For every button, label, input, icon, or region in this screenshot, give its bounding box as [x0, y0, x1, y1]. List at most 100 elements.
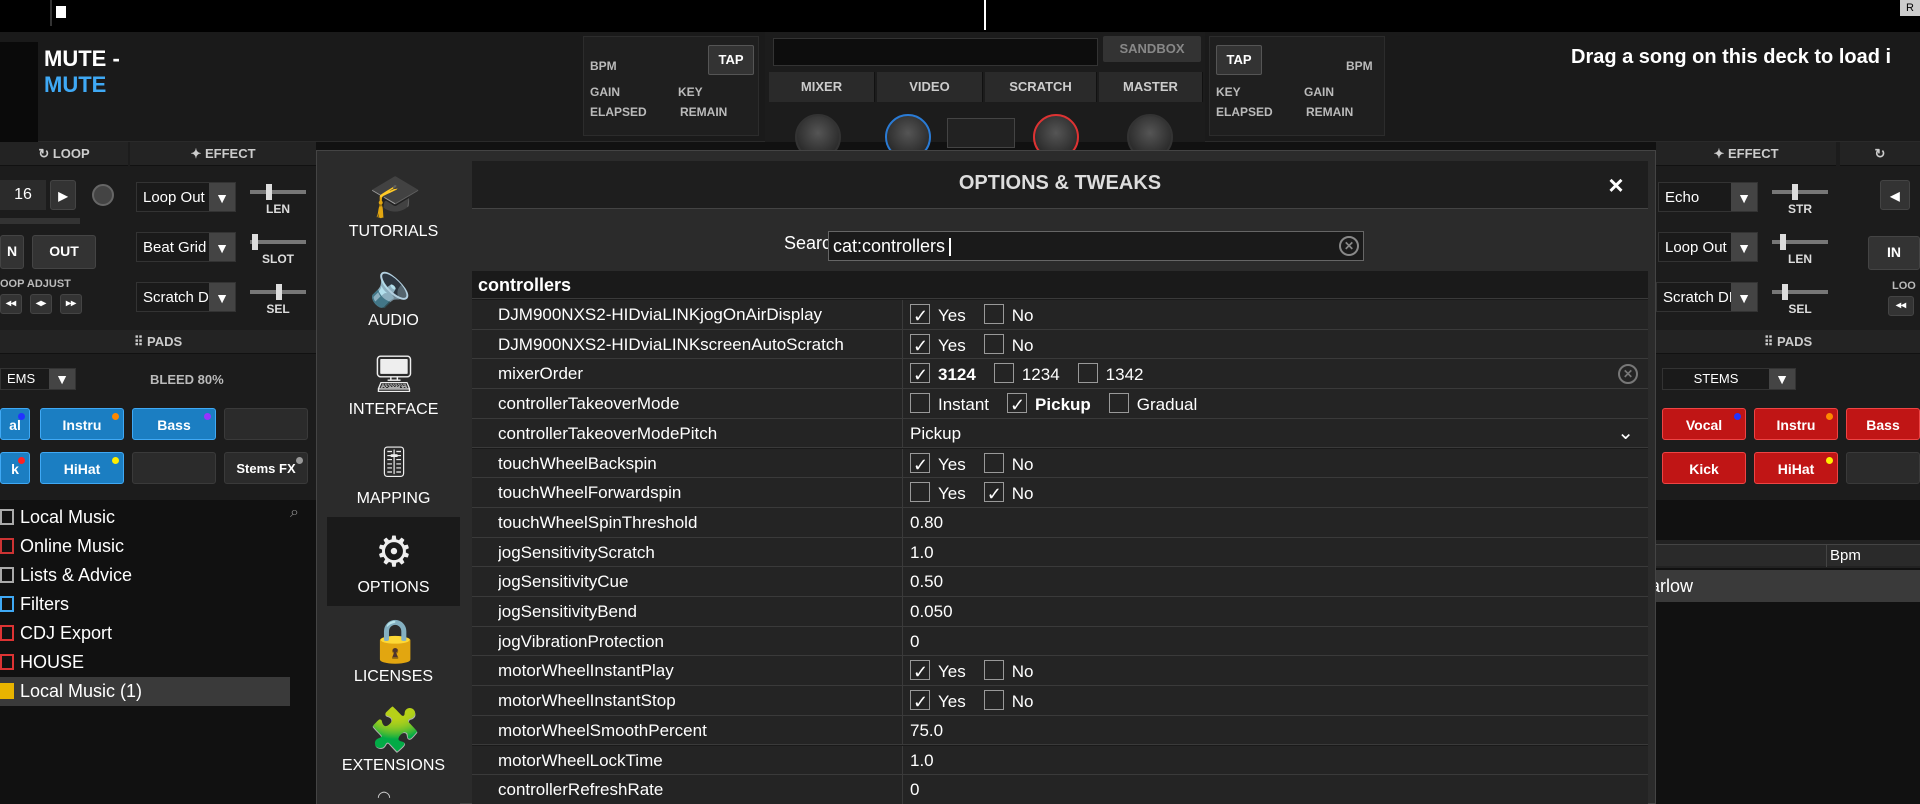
option-checkbox[interactable]: [910, 361, 930, 390]
broadcast-icon[interactable]: ◠: [377, 787, 417, 804]
effect-slider-sel[interactable]: [250, 284, 306, 300]
loop-adjust-back-icon[interactable]: ◂◂: [0, 294, 22, 314]
clear-search-icon[interactable]: ✕: [1339, 236, 1359, 256]
nav-extensions[interactable]: 🧩 EXTENSIONS: [327, 695, 460, 784]
pad-stems-fx[interactable]: Stems FX: [224, 452, 308, 484]
right-loop-in-button[interactable]: IN: [1868, 236, 1920, 270]
nav-tutorials[interactable]: 🎓 TUTORIALS: [327, 161, 460, 250]
folder-cdj-export[interactable]: CDJ Export: [0, 619, 290, 648]
loop-knob[interactable]: [92, 184, 114, 206]
folder-online-music[interactable]: Online Music: [0, 532, 290, 561]
effect-slider-slot[interactable]: [250, 234, 306, 250]
folder-lists-advice[interactable]: Lists & Advice: [0, 561, 290, 590]
option-value[interactable]: Yes No: [904, 330, 1644, 361]
pad-vocal[interactable]: al: [0, 408, 30, 440]
option-checkbox[interactable]: [910, 658, 930, 687]
option-checkbox[interactable]: [910, 688, 930, 717]
folder-local-music[interactable]: Local Music: [0, 503, 290, 532]
option-checkbox[interactable]: [1108, 393, 1129, 414]
close-icon[interactable]: ×: [1602, 171, 1630, 199]
pad-instru[interactable]: Instru: [40, 408, 124, 440]
right-loop-adjust-back-icon[interactable]: ◂◂: [1888, 296, 1914, 316]
right-effect-select-2[interactable]: Loop Out ▼: [1658, 232, 1758, 262]
option-checkbox[interactable]: [910, 482, 930, 503]
option-checkbox[interactable]: [910, 451, 930, 480]
right-effect-select-1[interactable]: Echo ▼: [1658, 182, 1758, 212]
option-value[interactable]: Yes No: [904, 449, 1644, 480]
option-value[interactable]: Yes No: [904, 686, 1644, 717]
loop-size-next-button[interactable]: ▶: [50, 180, 76, 210]
option-value[interactable]: Instant Pickup Gradual: [904, 389, 1644, 420]
column-bpm[interactable]: Bpm: [1830, 547, 1861, 564]
option-checkbox[interactable]: [1007, 391, 1028, 420]
option-value[interactable]: 0.050: [904, 597, 1644, 626]
option-value[interactable]: 0: [904, 775, 1644, 804]
folder-filters[interactable]: Filters: [0, 590, 290, 619]
option-checkbox[interactable]: [983, 452, 1004, 473]
right-effect-slider-str[interactable]: [1772, 184, 1828, 200]
tab-video[interactable]: VIDEO: [877, 72, 983, 102]
right-pad-bass[interactable]: Bass: [1846, 408, 1920, 440]
pad-empty-2[interactable]: [132, 452, 216, 484]
stems-select[interactable]: EMS ▼: [0, 368, 76, 390]
pad-empty-1[interactable]: [224, 408, 308, 440]
option-checkbox[interactable]: [993, 363, 1014, 384]
option-value[interactable]: Yes No: [904, 478, 1644, 509]
nav-audio[interactable]: 🔈 AUDIO: [327, 250, 460, 339]
option-value[interactable]: Yes No: [904, 300, 1644, 331]
option-value[interactable]: 3124 1234 1342 ✕: [904, 359, 1644, 390]
right-strip-button[interactable]: R: [1900, 0, 1920, 16]
option-checkbox[interactable]: [983, 333, 1004, 354]
right-pad-empty[interactable]: [1846, 452, 1920, 484]
tap-button[interactable]: TAP: [708, 45, 754, 75]
option-value[interactable]: 0: [904, 627, 1644, 656]
loop-adjust-swap-icon[interactable]: ◂▸: [30, 294, 52, 314]
option-value[interactable]: Pickup ⌄: [904, 419, 1644, 448]
option-value[interactable]: 0.50: [904, 567, 1644, 596]
option-value[interactable]: 0.80: [904, 508, 1644, 537]
folder-local-music-1[interactable]: Local Music (1): [0, 677, 290, 706]
right-pad-hihat[interactable]: HiHat: [1754, 452, 1838, 484]
option-value[interactable]: 75.0: [904, 716, 1644, 745]
option-checkbox[interactable]: [910, 302, 930, 331]
option-value[interactable]: Yes No: [904, 656, 1644, 687]
tab-mixer[interactable]: MIXER: [769, 72, 875, 102]
effect-select-3[interactable]: Scratch DN ▼: [136, 282, 236, 312]
option-checkbox[interactable]: [983, 304, 1004, 325]
folder-house[interactable]: HOUSE: [0, 648, 290, 677]
track-row[interactable]: arlow: [1650, 570, 1920, 602]
nav-interface[interactable]: 🖥 INTERFACE: [327, 339, 460, 428]
tab-scratch[interactable]: SCRATCH: [985, 72, 1097, 102]
effect-slider-len[interactable]: [250, 184, 306, 200]
pad-hihat[interactable]: HiHat: [40, 452, 124, 484]
option-checkbox[interactable]: [910, 332, 930, 361]
loop-in-button[interactable]: N: [0, 235, 24, 269]
search-input[interactable]: cat:controllers ✕: [828, 231, 1364, 261]
option-checkbox[interactable]: [983, 690, 1004, 711]
option-checkbox[interactable]: [983, 660, 1004, 681]
right-tap-button[interactable]: TAP: [1216, 45, 1262, 75]
right-stems-select[interactable]: STEMS ▼: [1662, 368, 1796, 390]
right-effect-select-3[interactable]: Scratch DN ▼: [1656, 282, 1758, 312]
nav-options[interactable]: ⚙ OPTIONS: [327, 517, 460, 606]
right-pad-vocal[interactable]: Vocal: [1662, 408, 1746, 440]
effect-select-1[interactable]: Loop Out ▼: [136, 182, 236, 212]
pad-kick[interactable]: k: [0, 452, 30, 484]
reset-option-icon[interactable]: ✕: [1618, 364, 1638, 385]
option-checkbox[interactable]: [1077, 363, 1098, 384]
option-value[interactable]: 1.0: [904, 746, 1644, 775]
pad-bass[interactable]: Bass: [132, 408, 216, 440]
tab-master[interactable]: MASTER: [1099, 72, 1203, 102]
right-loop-prev-button[interactable]: ◀: [1880, 180, 1910, 210]
option-value[interactable]: 1.0: [904, 538, 1644, 567]
waveform-strip[interactable]: R: [0, 0, 1920, 32]
chevron-down-icon[interactable]: ⌄: [1617, 419, 1634, 448]
sandbox-button[interactable]: SANDBOX: [1103, 36, 1201, 62]
right-pad-instru[interactable]: Instru: [1754, 408, 1838, 440]
loop-adjust-forward-icon[interactable]: ▸▸: [60, 294, 82, 314]
effect-select-2[interactable]: Beat Grid ▼: [136, 232, 236, 262]
right-pad-kick[interactable]: Kick: [1662, 452, 1746, 484]
nav-mapping[interactable]: 🎚 MAPPING: [327, 428, 460, 517]
option-checkbox[interactable]: [910, 393, 930, 414]
right-effect-slider-len[interactable]: [1772, 234, 1828, 250]
